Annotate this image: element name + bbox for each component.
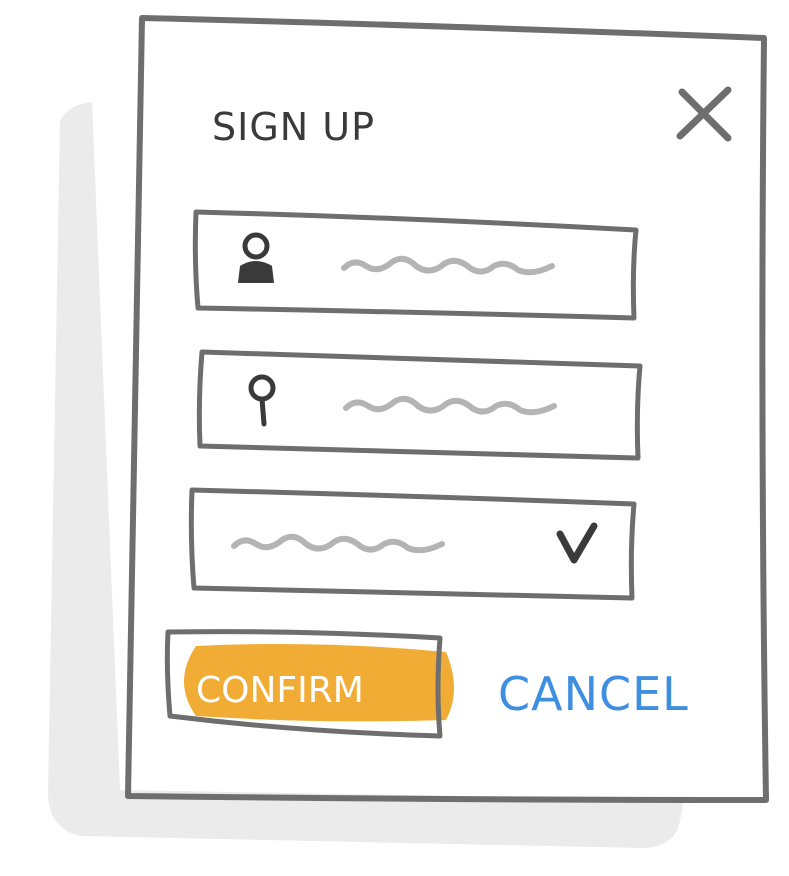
location-pin-icon — [248, 374, 276, 427]
confirm-button-label: CONFIRM — [196, 670, 364, 711]
signup-dialog-sketch: SIGN UP CONFIRM CANCEL — [48, 15, 769, 848]
dialog-shadow — [48, 102, 684, 848]
location-placeholder-scribble — [343, 395, 557, 416]
close-button[interactable] — [664, 78, 742, 156]
chevron-down-icon — [556, 522, 598, 564]
dialog-title: SIGN UP — [212, 105, 375, 149]
sketch-stage: SIGN UP CONFIRM CANCEL — [0, 0, 789, 876]
location-field[interactable] — [196, 349, 643, 461]
user-icon — [238, 232, 274, 283]
confirm-button[interactable]: CONFIRM — [164, 629, 454, 739]
dropdown-select[interactable] — [188, 487, 637, 601]
username-placeholder-scribble — [341, 255, 555, 276]
username-field[interactable] — [192, 209, 639, 321]
cancel-button[interactable]: CANCEL — [498, 667, 689, 721]
dropdown-placeholder-scribble — [231, 533, 445, 554]
